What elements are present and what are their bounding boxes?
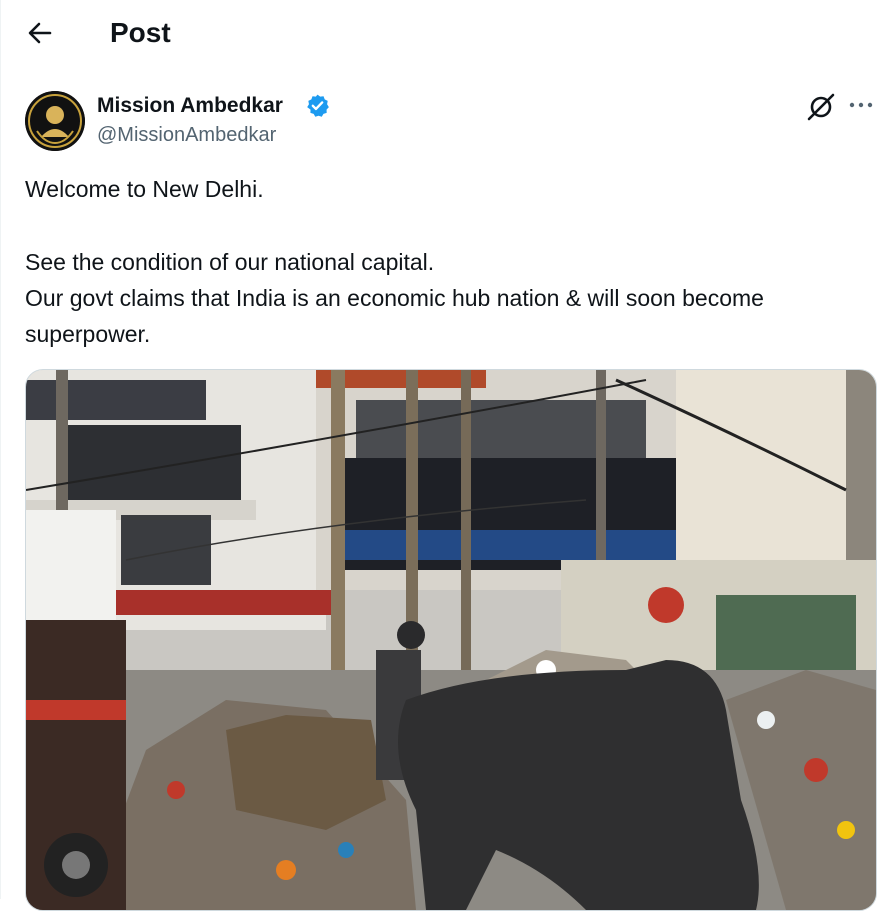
more-dots-icon [849, 102, 873, 108]
top-bar: Post [0, 0, 882, 66]
tweet-text-line: superpower. [25, 321, 151, 347]
avatar-image [25, 91, 85, 151]
arrow-left-icon [28, 22, 52, 44]
column-border [0, 0, 1, 899]
author-handle[interactable]: @MissionAmbedkar [97, 121, 276, 149]
page-title: Post [110, 17, 171, 48]
video-frame [26, 370, 876, 910]
author-name[interactable]: Mission Ambedkar [97, 92, 283, 120]
avatar[interactable] [25, 91, 85, 151]
verified-badge-icon [305, 93, 330, 118]
back-button[interactable] [22, 16, 58, 50]
tweet-video[interactable] [25, 369, 877, 911]
more-options-button[interactable] [846, 92, 876, 118]
tweet-text-line: Welcome to New Delhi. [25, 176, 264, 202]
grok-button[interactable] [806, 92, 836, 122]
tweet-text-line: See the condition of our national capita… [25, 249, 435, 275]
tweet-text-line: Our govt claims that India is an economi… [25, 285, 764, 311]
grok-icon [807, 93, 835, 121]
